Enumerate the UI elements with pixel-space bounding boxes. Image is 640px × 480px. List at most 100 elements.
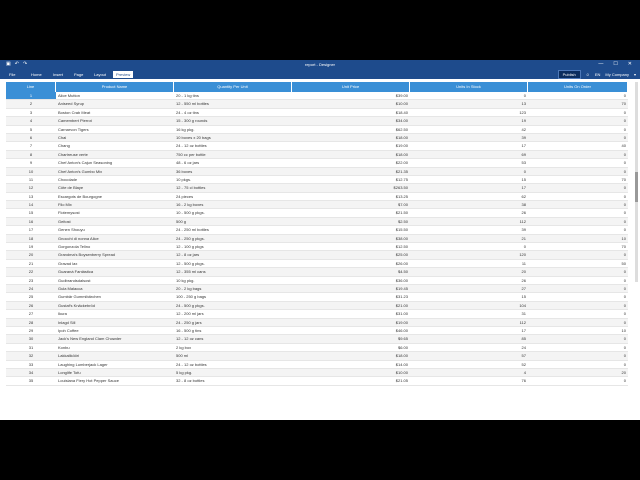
help-icon[interactable]: ☺ (586, 72, 590, 77)
table-cell: $14.00 (395, 361, 408, 367)
tab-insert[interactable]: Insert (50, 71, 66, 78)
table-row[interactable]: 13 Escargots de Bourgogne 24 pieces $13.25 6… (6, 193, 628, 202)
publish-button[interactable]: Publish (557, 70, 581, 79)
col-quantity[interactable]: Quantity Per Unit (174, 82, 292, 92)
table-cell: 0 (523, 93, 526, 98)
table-cell: $46.00 (395, 327, 408, 333)
table-row[interactable]: 28 Inlagd Sill 24 - 250 g jars $19.00 112 0 (6, 318, 628, 327)
table-cell: 24 - 250 ml bottles (176, 227, 209, 233)
table-cell: 27 (28, 311, 34, 317)
col-product-name[interactable]: Product Name (56, 82, 174, 92)
language-selector[interactable]: EN (595, 72, 601, 77)
tab-page[interactable]: Page (71, 71, 86, 78)
vertical-scrollbar[interactable] (635, 82, 638, 282)
company-selector[interactable]: My Company (605, 72, 629, 77)
table-cell: 0 (523, 168, 526, 174)
table-row[interactable]: 11 Chocolade 10 pkgs. $12.75 15 70 (6, 176, 628, 185)
table-cell: 20 (621, 369, 626, 375)
table-cell: 0 (623, 336, 626, 342)
table-row[interactable]: 12 Côte de Blaye 12 - 75 cl bottles $263.50… (6, 184, 628, 193)
table-row[interactable]: 29 Ipoh Coffee 16 - 500 g tins $46.00 17 10 (6, 327, 628, 336)
table-cell: Genen Shouyu (58, 227, 85, 233)
table-cell: 3 (29, 109, 33, 115)
tab-file[interactable]: File (6, 71, 18, 78)
table-cell: $21.35 (395, 168, 408, 174)
table-row[interactable]: 21 Gravad lax 12 - 500 g pkgs. $26.00 11 50 (6, 260, 628, 269)
table-row[interactable]: 30 Jack's New England Clam Chowder 12 - 12… (6, 335, 628, 344)
table-cell: 500 ml (176, 353, 189, 359)
maximize-button[interactable]: ☐ (613, 61, 617, 67)
table-row[interactable]: 14 Filo Mix 16 - 2 kg boxes $7.00 38 0 (6, 201, 628, 210)
col-units-in-stock[interactable]: Units In Stock (410, 82, 528, 92)
table-row[interactable]: 24 Gula Malacca 20 - 2 kg bags $19.45 27 0 (6, 284, 628, 294)
table-cell: $19.00 (395, 143, 408, 149)
table-row[interactable]: 6 Chai 10 boxes x 20 bags $18.00 39 0 (6, 133, 628, 143)
table-row[interactable]: 23 Gudbrandsdalsost 10 kg pkg. $36.00 26 0 (6, 277, 628, 285)
table-cell: $39.00 (395, 93, 408, 98)
table-row[interactable]: 20 Grandma's Boysenberry Spread 12 - 8 oz … (6, 251, 628, 260)
table-row[interactable]: 32 Lakkalikööri 500 ml $18.00 57 0 (6, 352, 628, 361)
table-cell: 12 - 500 g pkgs. (176, 260, 205, 266)
table-row[interactable]: 9 Chef Anton's Cajun Seasoning 48 - 6 oz j… (6, 159, 628, 168)
table-row[interactable]: 7 Chang 24 - 12 oz bottles $19.00 17 40 (6, 142, 628, 151)
table-row[interactable]: 15 Flotemysost 10 - 500 g pkgs. $21.50 26 0 (6, 209, 628, 218)
table-row[interactable]: 27 Ikura 12 - 200 ml jars $31.00 31 0 (6, 310, 628, 319)
table-cell: Chef Anton's Cajun Seasoning (58, 160, 113, 166)
table-cell: 53 (521, 160, 526, 166)
table-cell: $62.50 (395, 126, 408, 132)
col-line[interactable]: Line (6, 82, 56, 92)
table-cell: 0 (523, 244, 526, 250)
table-row[interactable]: 4 Camembert Pierrot 15 - 300 g rounds $34.0… (6, 117, 628, 126)
col-unit-price[interactable]: Unit Price (292, 82, 410, 92)
table-cell: 0 (623, 134, 626, 140)
table-row[interactable]: 33 Laughing Lumberjack Lager 24 - 12 oz bo… (6, 361, 628, 369)
table-cell: 0 (623, 252, 626, 258)
col-units-on-order[interactable]: Units On Order (528, 82, 628, 92)
table-cell: 15 (521, 294, 526, 300)
table-cell: Chef Anton's Gumbo Mix (58, 168, 103, 174)
table-cell: 0 (623, 93, 626, 98)
table-row[interactable]: 8 Chartreuse verte 750 cc per bottle $18.00… (6, 150, 628, 160)
table-row[interactable]: 35 Louisiana Fiery Hot Pepper Sauce 32 - 8… (6, 377, 628, 386)
table-row[interactable]: 19 Gorgonzola Telino 12 - 100 g pkgs $12.50… (6, 243, 628, 252)
minimize-button[interactable]: — (598, 61, 603, 67)
table-cell: 24 (28, 285, 34, 291)
table-row[interactable]: 10 Chef Anton's Gumbo Mix 36 boxes $21.35 0 0 (6, 167, 628, 176)
table-row[interactable]: 34 Longlife Tofu 5 kg pkg. $10.00 4 20 (6, 368, 628, 378)
table-cell: 57 (521, 353, 526, 359)
table-cell: $6.00 (397, 344, 408, 350)
table-cell: $12.50 (395, 244, 408, 250)
table-cell: 11 (521, 260, 526, 266)
table-cell: 39 (521, 134, 526, 140)
table-cell: 0 (623, 126, 626, 132)
tab-preview[interactable]: Preview (113, 71, 134, 78)
table-row[interactable]: 26 Gustaf's Knäckebröd 24 - 500 g pkgs. $21… (6, 301, 628, 311)
close-button[interactable]: ✕ (628, 61, 632, 67)
table-row[interactable]: 5 Carnarvon Tigers 16 kg pkg. $62.50 42 0 (6, 126, 628, 134)
table-cell: 26 (28, 302, 34, 308)
table-row[interactable]: 25 Gumbär Gummibärchen 100 - 250 g bags $31… (6, 293, 628, 302)
table-cell: 70 (621, 176, 626, 182)
table-row[interactable]: 16 Geitost 500 g $2.50 112 0 (6, 217, 628, 227)
table-cell: 100 - 250 g bags (176, 294, 207, 300)
table-row[interactable]: 31 Konbu 2 kg box $6.00 24 0 (6, 344, 628, 353)
table-row[interactable]: 22 Guaraná Fantástica 12 - 355 ml cans $4.5… (6, 268, 628, 277)
table-cell: 11 (28, 176, 34, 182)
table-cell: 12 - 12 oz cans (176, 336, 204, 342)
table-cell: 9 (29, 160, 33, 166)
table-cell: Longlife Tofu (58, 369, 81, 375)
table-row[interactable]: 1 Alice Mutton 20 - 1 kg tins $39.00 0 0 (6, 92, 628, 101)
table-cell: 4 (29, 118, 33, 124)
scrollbar-thumb[interactable] (635, 172, 638, 202)
chevron-down-icon[interactable]: ▾ (634, 72, 636, 77)
table-cell: $21.05 (395, 378, 408, 384)
tab-home[interactable]: Home (28, 71, 45, 78)
table-cell: Lakkalikööri (58, 353, 80, 359)
table-row[interactable]: 18 Gnocchi di nonna Alice 24 - 250 g pkgs.… (6, 234, 628, 244)
table-cell: 0 (623, 168, 626, 174)
table-row[interactable]: 2 Aniseed Syrup 12 - 550 ml bottles $10.00 1… (6, 100, 628, 109)
table-row[interactable]: 3 Boston Crab Meat 24 - 4 oz tins $18.40 123… (6, 109, 628, 118)
tab-layout[interactable]: Layout (91, 71, 109, 78)
table-cell: 15 (521, 176, 526, 182)
table-row[interactable]: 17 Genen Shouyu 24 - 250 ml bottles $15.50 3… (6, 226, 628, 235)
